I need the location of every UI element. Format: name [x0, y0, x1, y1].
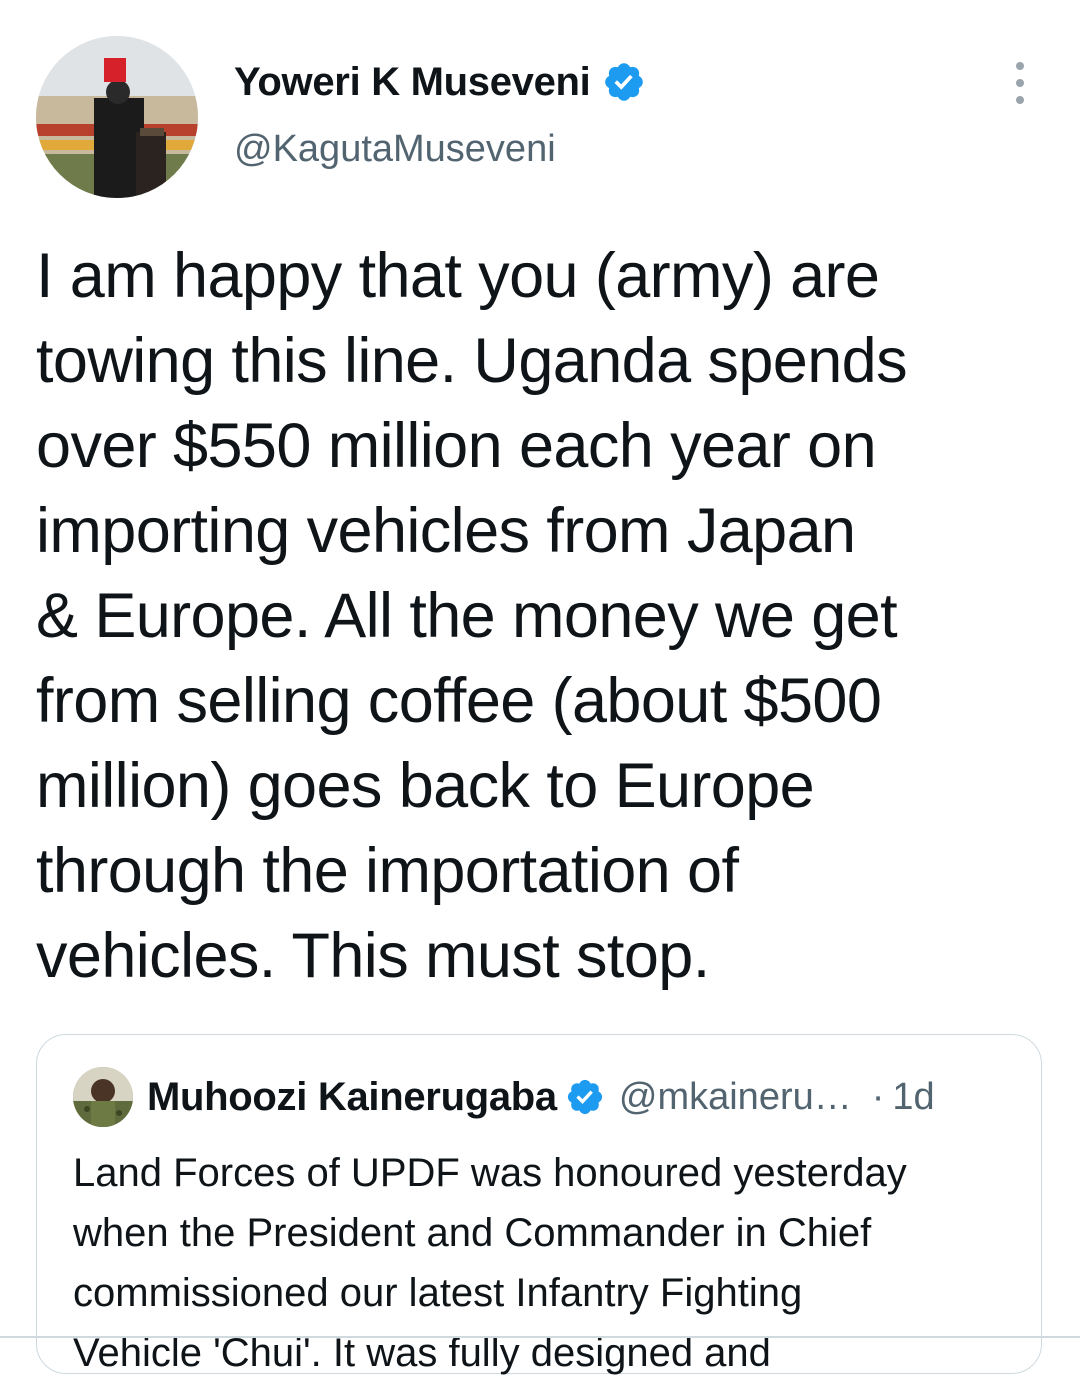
- quoted-author-handle[interactable]: @mkaineru…: [619, 1076, 852, 1119]
- quoted-verified-badge-icon: [567, 1079, 602, 1115]
- tweet-header: Yoweri K Museveni @KagutaMuseveni: [0, 0, 1080, 210]
- quoted-separator: ·: [871, 1075, 885, 1118]
- quoted-tweet[interactable]: Muhoozi Kainerugaba @mkaineru… · 1d Land…: [36, 1034, 1042, 1375]
- quoted-avatar-photo-icon: [73, 1067, 133, 1127]
- more-vertical-icon[interactable]: [1004, 62, 1036, 104]
- author-avatar[interactable]: [36, 36, 198, 198]
- verified-badge-icon: [605, 63, 644, 101]
- quoted-header: Muhoozi Kainerugaba @mkaineru… · 1d: [147, 1073, 935, 1121]
- author-name-row: Yoweri K Museveni: [234, 56, 646, 108]
- quoted-author-display-name[interactable]: Muhoozi Kainerugaba: [147, 1075, 557, 1120]
- more-dot: [1016, 79, 1024, 87]
- divider: [0, 1336, 1080, 1338]
- tweet: Yoweri K Museveni @KagutaMuseveni I am h…: [0, 0, 1080, 1375]
- quoted-timestamp[interactable]: 1d: [892, 1076, 934, 1119]
- more-dot: [1016, 96, 1024, 104]
- author-handle[interactable]: @KagutaMuseveni: [234, 128, 556, 171]
- quoted-tweet-text: Land Forces of UPDF was honoured yesterd…: [73, 1151, 907, 1375]
- avatar-photo-icon: [36, 36, 198, 198]
- more-dot: [1016, 62, 1024, 70]
- tweet-text: I am happy that you (army) are towing th…: [36, 241, 908, 991]
- quoted-author-avatar[interactable]: [73, 1067, 133, 1127]
- author-display-name[interactable]: Yoweri K Museveni: [234, 60, 591, 105]
